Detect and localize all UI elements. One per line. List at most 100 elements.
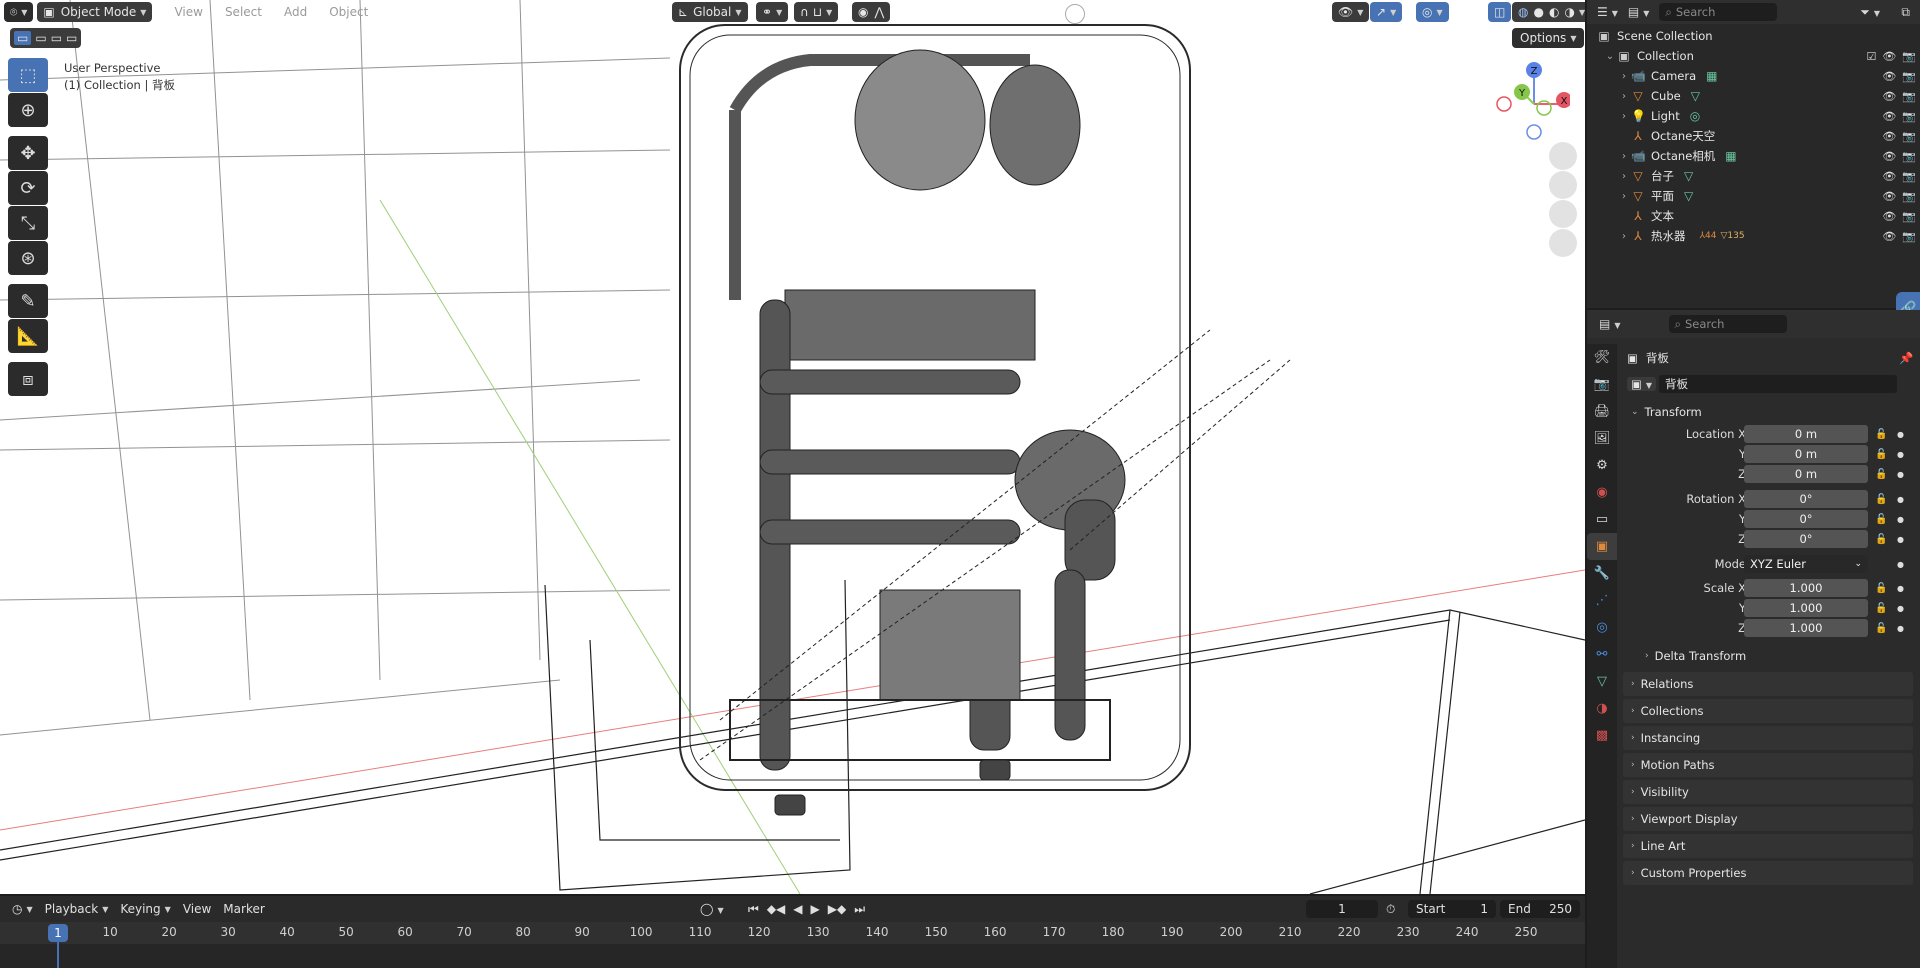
outliner-item-text[interactable]: ⅄ 文本 👁 📷 — [1617, 206, 1920, 226]
overlay-toggle[interactable]: ◎ ▼ — [1416, 2, 1449, 22]
rotation-x-field[interactable]: 0° — [1744, 490, 1868, 508]
eye-icon[interactable]: 👁 — [1882, 190, 1896, 203]
lock-icon[interactable]: 🔓 — [1875, 514, 1887, 525]
camera-render-icon[interactable]: 📷 — [1902, 110, 1916, 123]
outliner-editor-type[interactable]: ☰ ▼ — [1597, 5, 1618, 19]
panel-viewport-display[interactable]: › Viewport Display — [1623, 807, 1913, 831]
pin-icon[interactable]: 📌 — [1899, 351, 1913, 365]
camera-view-button[interactable] — [1549, 200, 1577, 228]
mesh-count-badge[interactable]: ▽135 — [1720, 231, 1744, 241]
camera-data-icon[interactable]: ▦ — [1725, 149, 1736, 163]
menu-object[interactable]: Object — [329, 5, 368, 19]
tab-scene[interactable]: ⚙ — [1587, 452, 1617, 479]
measure-tool[interactable]: 📐 — [8, 319, 48, 353]
wireframe-shading-icon[interactable]: ◍ — [1518, 5, 1528, 19]
filter-dropdown[interactable]: ⏷ ▼ — [1860, 5, 1880, 20]
scale-x-field[interactable]: 1.000 — [1744, 579, 1868, 597]
select-box-tool[interactable]: ⬚ — [8, 58, 48, 92]
play-reverse-icon[interactable]: ◀ — [793, 902, 802, 917]
eye-icon[interactable]: 👁 — [1882, 210, 1896, 223]
expand-icon[interactable]: › — [1617, 151, 1631, 162]
lock-icon[interactable]: 🔓 — [1875, 429, 1887, 440]
rotation-mode-dropdown[interactable]: XYZ Euler ⌄ — [1744, 555, 1868, 573]
marker-menu[interactable]: Marker — [223, 902, 264, 916]
panel-collections[interactable]: › Collections — [1623, 699, 1913, 723]
keyframe-dot-icon[interactable]: ● — [1897, 450, 1904, 459]
panel-line-art[interactable]: › Line Art — [1623, 834, 1913, 858]
transform-tool[interactable]: ⊛ — [8, 241, 48, 275]
shading-buttons[interactable]: ◍ ● ◐ ◑ ▼ — [1512, 2, 1585, 22]
new-collection-button[interactable]: ⧉ — [1901, 5, 1910, 20]
eye-icon[interactable]: 👁 — [1882, 150, 1896, 163]
keyframe-dot-icon[interactable]: ● — [1897, 495, 1904, 504]
camera-render-icon[interactable]: 📷 — [1902, 70, 1916, 83]
panel-motion-paths[interactable]: › Motion Paths — [1623, 753, 1913, 777]
outliner-item-plane[interactable]: › ▽ 平面 ▽ 👁 📷 — [1617, 186, 1920, 206]
tab-render[interactable]: 📷 — [1587, 371, 1617, 398]
expand-icon[interactable]: › — [1617, 71, 1631, 82]
move-tool[interactable]: ✥ — [8, 136, 48, 170]
menu-add[interactable]: Add — [284, 5, 307, 19]
eye-icon[interactable]: 👁 — [1882, 110, 1896, 123]
camera-render-icon[interactable]: 📷 — [1902, 50, 1916, 63]
outliner-item-water-heater[interactable]: › ⅄ 热水器 ⅄44 ▽135 👁 📷 — [1617, 226, 1920, 246]
lock-icon[interactable]: 🔓 — [1875, 494, 1887, 505]
3d-viewport[interactable]: ⌾ ▼ ▣ Object Mode ▼ View Select Add Object… — [0, 0, 1585, 894]
menu-select[interactable]: Select — [225, 5, 262, 19]
tab-particles[interactable]: ⋰ — [1587, 587, 1617, 614]
select-subtract-icon[interactable]: ▭ — [51, 31, 62, 45]
tab-collection[interactable]: ▭ — [1587, 506, 1617, 533]
expand-icon[interactable]: › — [1617, 171, 1631, 182]
jump-start-icon[interactable]: ⏮ — [748, 902, 759, 917]
scene-collection-row[interactable]: ▣ Scene Collection — [1597, 26, 1712, 46]
current-frame-indicator[interactable]: 1 — [48, 924, 68, 942]
gizmo-toggle[interactable]: ↗ ▼ — [1370, 2, 1403, 22]
lock-icon[interactable]: 🔓 — [1875, 469, 1887, 480]
outliner-item-cube[interactable]: › ▽ Cube ▽ 👁 📷 — [1617, 86, 1920, 106]
editor-type-button[interactable]: ⌾ ▼ — [4, 2, 34, 22]
zoom-button[interactable] — [1549, 142, 1577, 170]
tab-data[interactable]: ▽ — [1587, 668, 1617, 695]
pivot-point-dropdown[interactable]: ⚭ ▼ — [756, 2, 789, 22]
checkbox-icon[interactable]: ☑ — [1866, 50, 1876, 63]
navigation-gizmo[interactable]: Z Y X — [1490, 60, 1570, 140]
jump-key-forward-icon[interactable]: ▶◆ — [828, 902, 846, 917]
collapse-icon[interactable]: ⌄ — [1603, 51, 1617, 62]
object-data-dropdown[interactable]: ▣ ▼ — [1627, 377, 1657, 391]
eye-icon[interactable]: 👁 — [1882, 50, 1896, 63]
expand-icon[interactable]: › — [1617, 231, 1631, 242]
camera-data-icon[interactable]: ▦ — [1706, 69, 1717, 83]
panel-relations[interactable]: › Relations — [1623, 672, 1913, 696]
mesh-data-icon[interactable]: ▽ — [1684, 189, 1693, 203]
current-frame-field[interactable]: 1 — [1306, 900, 1378, 918]
tab-output[interactable]: 🖨 — [1587, 398, 1617, 425]
outliner-search-input[interactable]: ⌕ Search — [1659, 3, 1778, 21]
annotate-tool[interactable]: ✎ — [8, 284, 48, 318]
properties-editor-type[interactable]: ▤ ▼ — [1599, 317, 1621, 331]
solid-shading-icon[interactable]: ● — [1533, 5, 1543, 19]
keyframe-dot-icon[interactable]: ● — [1897, 584, 1904, 593]
end-frame-field[interactable]: End 250 — [1500, 900, 1580, 918]
collection-row[interactable]: ⌄ ▣ Collection ☑ 👁 📷 — [1603, 46, 1920, 66]
lock-icon[interactable]: 🔓 — [1875, 623, 1887, 634]
options-dropdown[interactable]: Options ▼ — [1512, 28, 1585, 48]
object-name-field[interactable]: 背板 — [1659, 375, 1897, 393]
scale-y-field[interactable]: 1.000 — [1744, 599, 1868, 617]
outliner-item-camera[interactable]: › 📹 Camera ▦ 👁 📷 — [1617, 66, 1920, 86]
lock-icon[interactable]: 🔓 — [1875, 449, 1887, 460]
rendered-shading-icon[interactable]: ◑ — [1564, 5, 1574, 19]
keyframe-dot-icon[interactable]: ● — [1897, 624, 1904, 633]
visibility-dropdown[interactable]: 👁 ▼ — [1332, 2, 1370, 22]
camera-render-icon[interactable]: 📷 — [1902, 130, 1916, 143]
scale-tool[interactable]: ⤡ — [8, 206, 48, 240]
jump-end-icon[interactable]: ⏭ — [854, 902, 865, 917]
keyframe-dot-icon[interactable]: ● — [1897, 515, 1904, 524]
select-invert-icon[interactable]: ▭ — [66, 31, 77, 45]
expand-icon[interactable]: › — [1617, 111, 1631, 122]
select-extend-icon[interactable]: ▭ — [35, 31, 46, 45]
tab-constraints[interactable]: ⚯ — [1587, 641, 1617, 668]
perspective-toggle-button[interactable] — [1549, 229, 1577, 257]
play-icon[interactable]: ▶ — [811, 902, 820, 917]
menu-view[interactable]: View — [174, 5, 202, 19]
light-data-icon[interactable]: ◎ — [1690, 109, 1700, 123]
